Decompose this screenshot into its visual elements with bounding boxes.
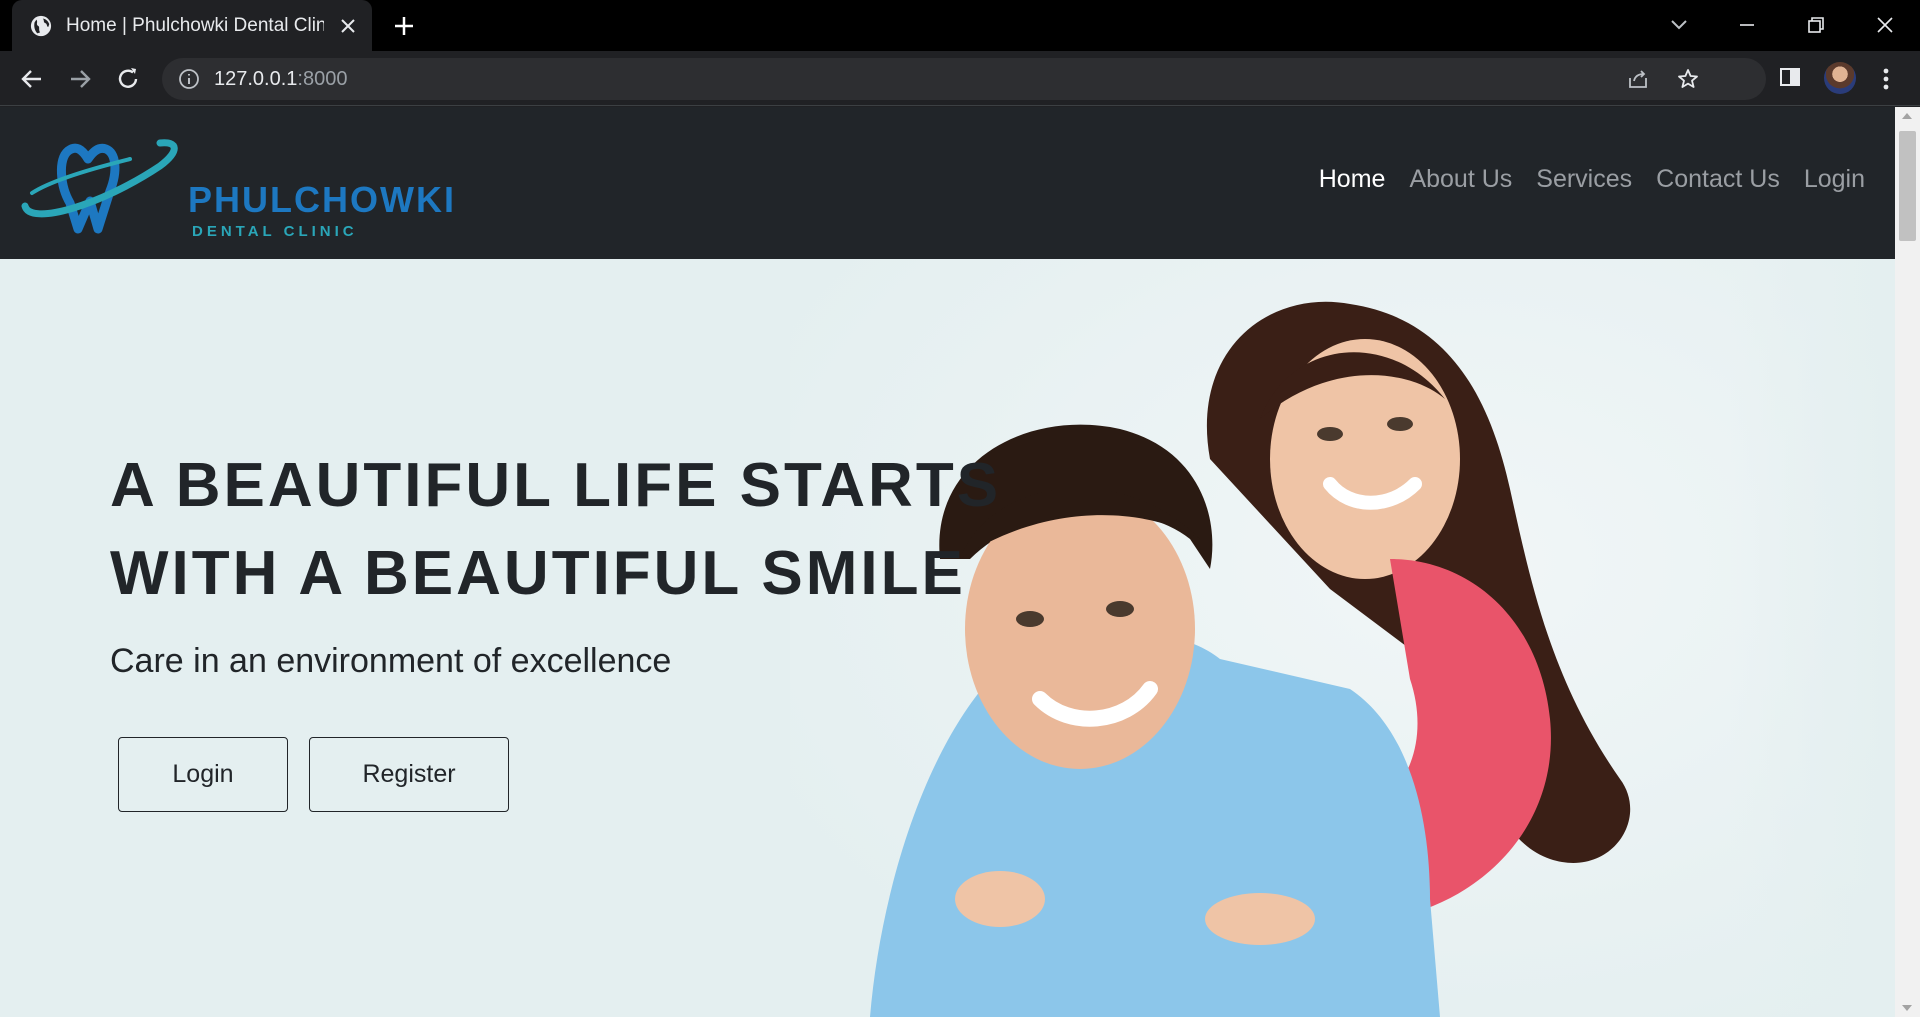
plus-icon[interactable]	[392, 14, 416, 38]
nav-home[interactable]: Home	[1319, 165, 1386, 194]
hero-buttons: Login Register	[118, 737, 509, 812]
site-navbar: PHULCHOWKI DENTAL CLINIC Home About Us S…	[0, 107, 1895, 259]
hero-title-line-1: A BEAUTIFUL LIFE STARTS	[110, 451, 1002, 520]
url-port: :8000	[297, 68, 348, 90]
page-viewport: PHULCHOWKI DENTAL CLINIC Home About Us S…	[0, 107, 1920, 1017]
profile-avatar[interactable]	[1824, 62, 1856, 94]
logo-name: PHULCHOWKI	[188, 179, 456, 220]
hero-title-line-2: WITH A BEAUTIFUL SMILE	[110, 539, 966, 608]
nav-login[interactable]: Login	[1804, 165, 1865, 194]
close-icon[interactable]	[338, 16, 358, 36]
back-icon[interactable]	[18, 65, 46, 93]
star-icon[interactable]	[1676, 67, 1700, 91]
browser-toolbar: 127.0.0.1:8000	[0, 51, 1920, 106]
chevron-down-icon[interactable]	[1666, 12, 1692, 38]
nav-about-us[interactable]: About Us	[1409, 165, 1512, 194]
nav-services[interactable]: Services	[1536, 165, 1632, 194]
side-panel-icon[interactable]	[1778, 65, 1802, 89]
url-host: 127.0.0.1	[214, 68, 298, 90]
scroll-down-icon[interactable]	[1902, 1005, 1912, 1011]
tab-title: Home | Phulchowki Dental Clinic	[66, 14, 324, 36]
share-icon[interactable]	[1626, 67, 1650, 91]
restore-icon[interactable]	[1803, 12, 1829, 38]
tab-strip: Home | Phulchowki Dental Clinic	[0, 0, 1920, 51]
hero-register-button[interactable]: Register	[309, 737, 509, 812]
logo-subtitle: DENTAL CLINIC	[192, 223, 358, 240]
window-close-icon[interactable]	[1872, 12, 1898, 38]
nav-links: Home About Us Services Contact Us Login	[1319, 165, 1865, 194]
nav-contact-us[interactable]: Contact Us	[1656, 165, 1780, 194]
reload-icon[interactable]	[114, 65, 142, 93]
browser-tab[interactable]: Home | Phulchowki Dental Clinic	[12, 0, 372, 51]
hero-subtitle: Care in an environment of excellence	[110, 642, 672, 680]
forward-icon[interactable]	[66, 65, 94, 93]
info-icon[interactable]	[178, 68, 200, 90]
tooth-logo-icon	[21, 139, 178, 234]
hero-title: A BEAUTIFUL LIFE STARTS WITH A BEAUTIFUL…	[110, 442, 1010, 618]
globe-icon	[30, 15, 52, 36]
clinic-logo[interactable]: PHULCHOWKI DENTAL CLINIC	[20, 131, 470, 241]
scrollbar-thumb[interactable]	[1899, 131, 1916, 241]
scroll-up-icon[interactable]	[1902, 113, 1912, 119]
hero-login-button[interactable]: Login	[118, 737, 288, 812]
hero-text: A BEAUTIFUL LIFE STARTS WITH A BEAUTIFUL…	[110, 442, 1010, 681]
page-scrollbar[interactable]	[1895, 107, 1920, 1017]
address-bar[interactable]: 127.0.0.1:8000	[162, 58, 1766, 100]
minimize-icon[interactable]	[1734, 12, 1760, 38]
more-vert-icon[interactable]	[1874, 65, 1898, 93]
url-text: 127.0.0.1:8000	[214, 68, 347, 91]
